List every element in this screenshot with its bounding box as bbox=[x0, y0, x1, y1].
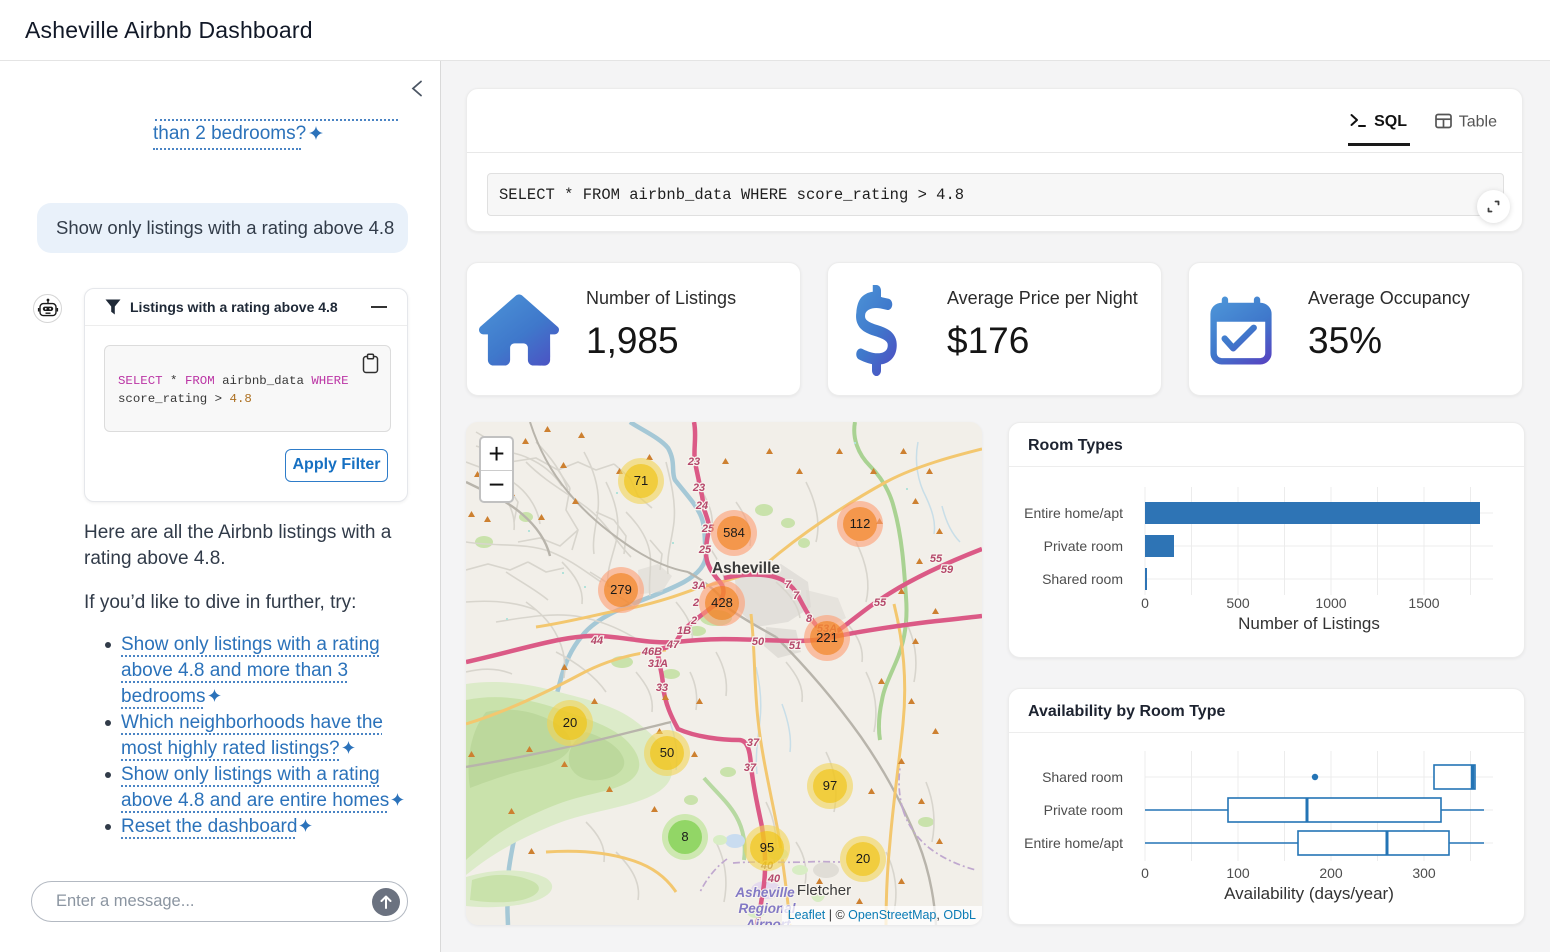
svg-text:33: 33 bbox=[656, 682, 668, 694]
svg-text:37: 37 bbox=[747, 737, 760, 749]
svg-text:1000: 1000 bbox=[1315, 595, 1346, 611]
svg-text:55: 55 bbox=[874, 597, 887, 609]
svg-text:51: 51 bbox=[789, 640, 801, 652]
svg-text:31A: 31A bbox=[648, 658, 668, 670]
svg-text:Fletcher: Fletcher bbox=[797, 882, 851, 899]
svg-text:300: 300 bbox=[1412, 865, 1436, 881]
svg-text:44: 44 bbox=[590, 635, 603, 647]
svg-text:2: 2 bbox=[692, 597, 699, 609]
svg-text:500: 500 bbox=[1226, 595, 1250, 611]
svg-text:25: 25 bbox=[698, 544, 712, 556]
svg-text:1500: 1500 bbox=[1408, 595, 1439, 611]
svg-text:23: 23 bbox=[692, 482, 705, 494]
svg-text:46B: 46B bbox=[641, 646, 662, 658]
svg-text:Shared room: Shared room bbox=[1042, 571, 1123, 587]
svg-text:Shared room: Shared room bbox=[1042, 769, 1123, 785]
svg-text:47: 47 bbox=[666, 639, 680, 651]
svg-text:50: 50 bbox=[752, 636, 765, 648]
svg-text:Availability (days/year): Availability (days/year) bbox=[1224, 884, 1394, 903]
svg-text:1B: 1B bbox=[677, 625, 691, 637]
svg-text:23: 23 bbox=[687, 456, 700, 468]
svg-text:100: 100 bbox=[1226, 865, 1250, 881]
svg-text:0: 0 bbox=[1141, 595, 1149, 611]
svg-text:59: 59 bbox=[941, 564, 954, 576]
svg-text:0: 0 bbox=[1141, 865, 1149, 881]
svg-text:200: 200 bbox=[1319, 865, 1343, 881]
svg-text:7: 7 bbox=[785, 579, 792, 591]
svg-text:7: 7 bbox=[793, 590, 800, 602]
svg-text:Asheville: Asheville bbox=[734, 885, 795, 900]
svg-text:Entire home/apt: Entire home/apt bbox=[1024, 835, 1123, 851]
svg-text:Number of Listings: Number of Listings bbox=[1238, 614, 1380, 633]
svg-text:40: 40 bbox=[767, 873, 781, 885]
svg-text:Entire home/apt: Entire home/apt bbox=[1024, 505, 1123, 521]
svg-text:24: 24 bbox=[695, 500, 708, 512]
svg-text:37: 37 bbox=[744, 762, 757, 774]
svg-text:Private room: Private room bbox=[1044, 802, 1123, 818]
svg-text:Private room: Private room bbox=[1044, 538, 1123, 554]
svg-text:Asheville: Asheville bbox=[712, 560, 780, 577]
